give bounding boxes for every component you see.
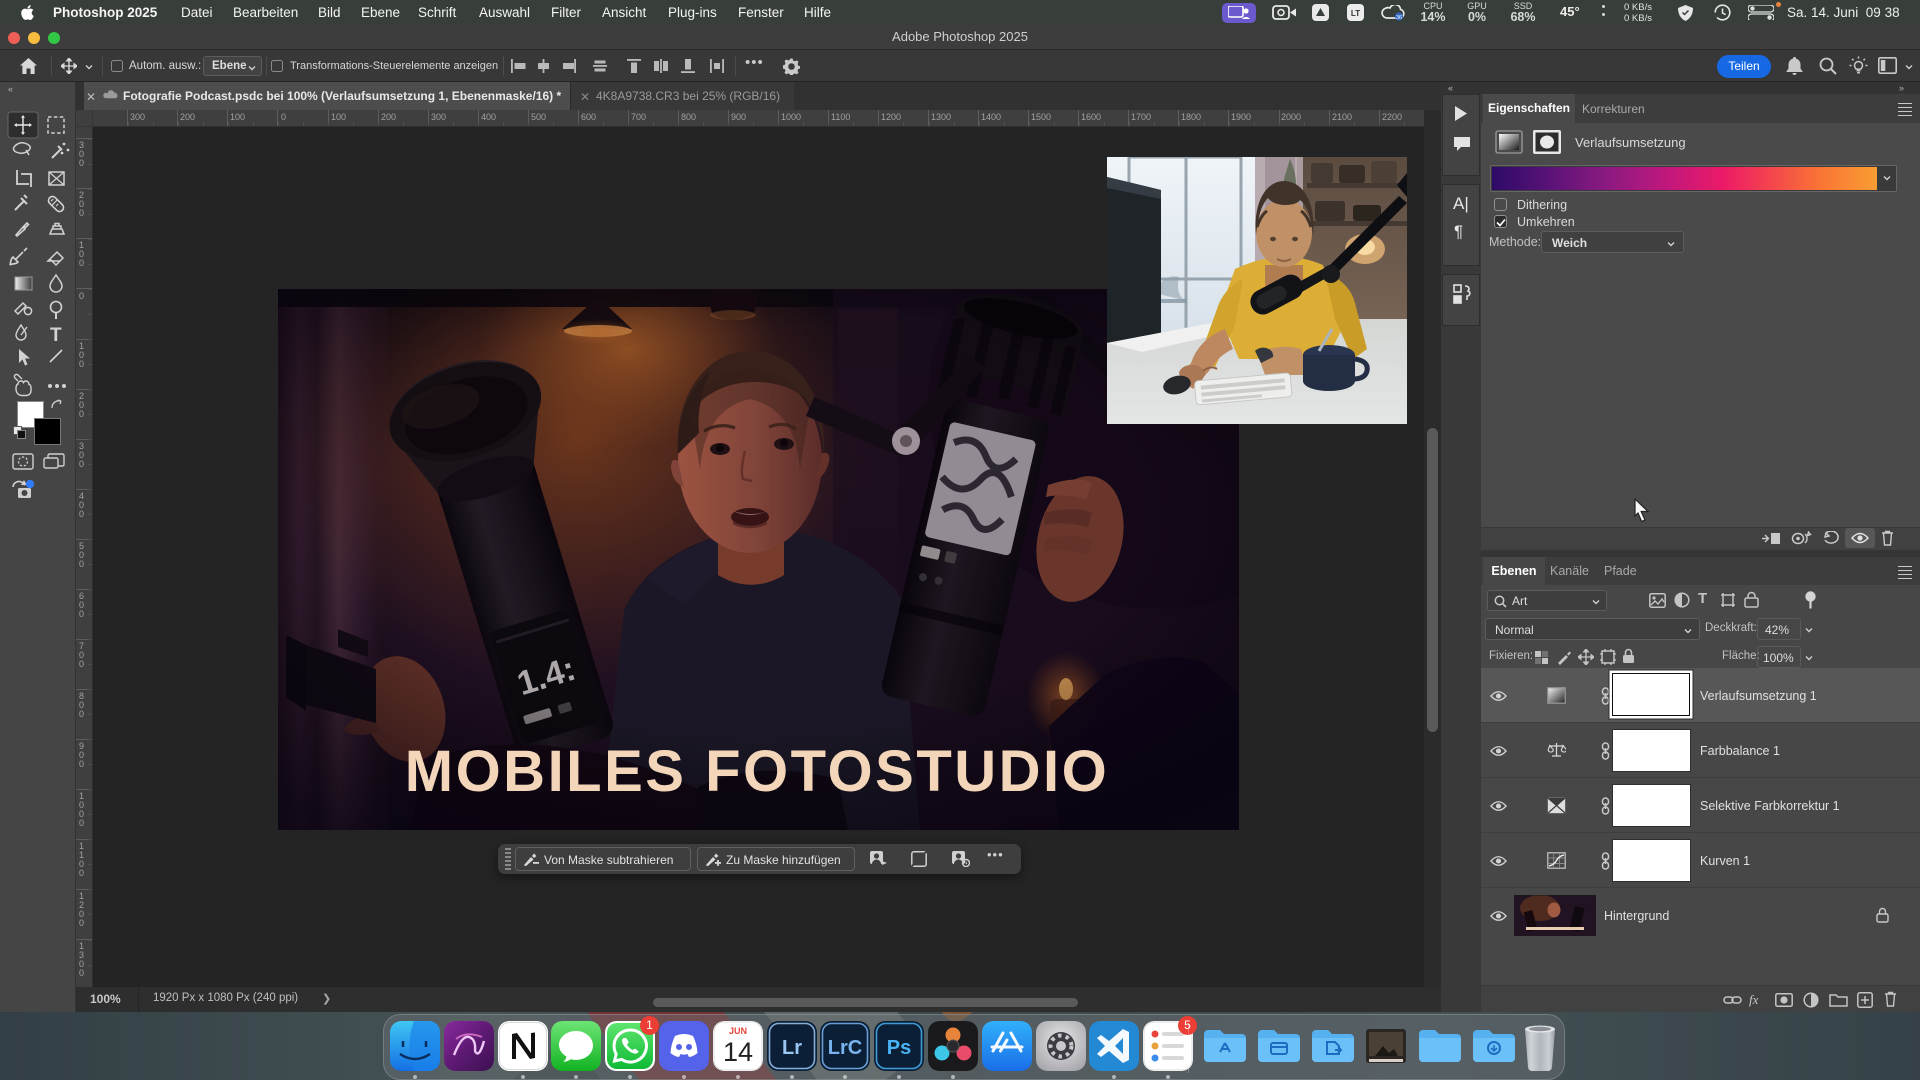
svg-text:Ps: Ps <box>887 1037 911 1059</box>
svg-text:LT: LT <box>1351 9 1360 18</box>
svg-text:Lr: Lr <box>782 1037 802 1059</box>
svg-text:36: 36 <box>1396 15 1402 21</box>
svg-text:JUN: JUN <box>729 1026 747 1036</box>
svg-text:MOBILES FOTOSTUDIO: MOBILES FOTOSTUDIO <box>405 739 1110 804</box>
svg-text:T: T <box>50 325 62 346</box>
svg-text:LrC: LrC <box>828 1037 862 1059</box>
svg-text:14: 14 <box>723 1037 753 1067</box>
